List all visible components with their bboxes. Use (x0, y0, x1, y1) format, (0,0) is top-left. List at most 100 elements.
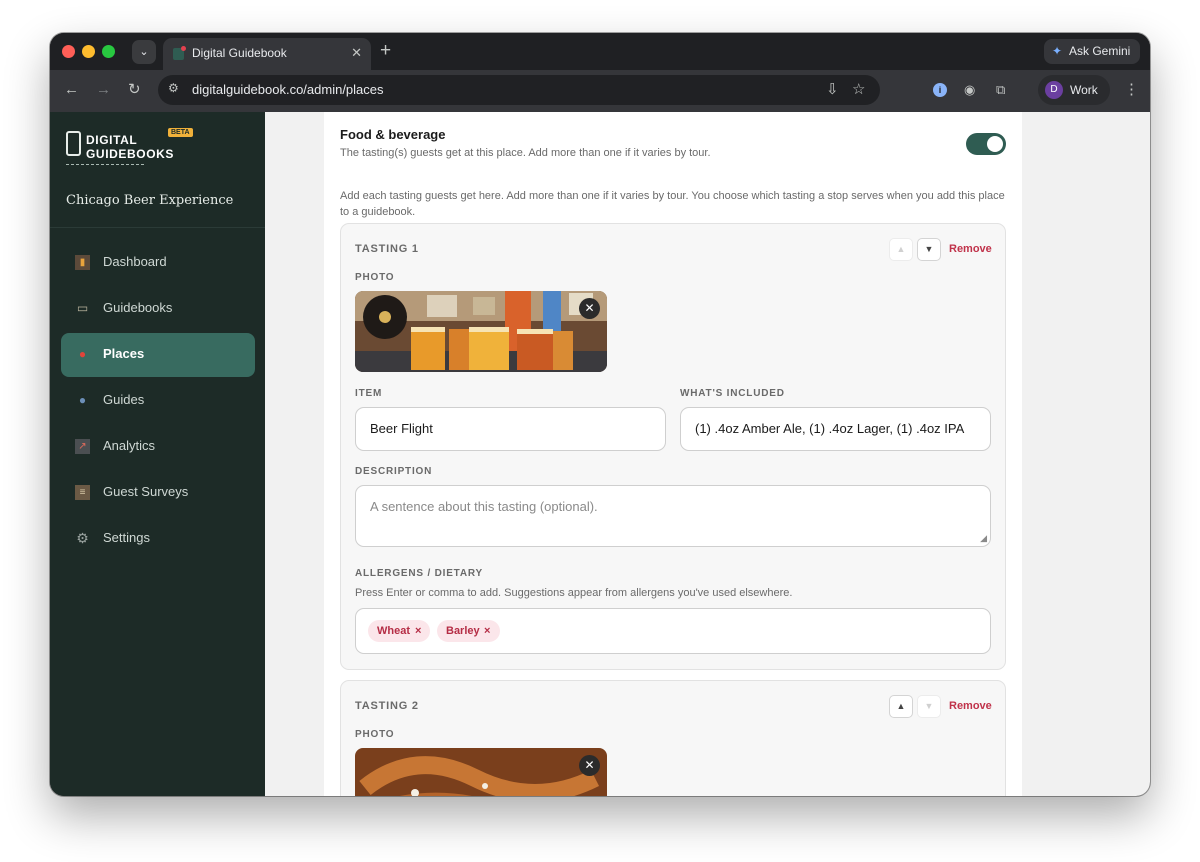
main-content[interactable]: Food & beverage The tasting(s) guests ge… (265, 112, 1150, 796)
gear-icon: ⚙ (76, 530, 89, 546)
digital-guidebooks-logo[interactable]: DIGITAL GUIDEBOOKS BETA (64, 128, 204, 169)
move-up-button[interactable]: ▲ (889, 238, 913, 261)
sidebar-item-label: Guidebooks (103, 300, 173, 315)
logo-line1: DIGITAL (86, 133, 138, 147)
people-icon: ● (78, 393, 87, 407)
tasting-title: TASTING 1 (355, 243, 419, 255)
bookmark-star-icon[interactable]: ☆ (852, 80, 865, 98)
sidebar-item-label: Settings (103, 530, 150, 545)
profile-button[interactable]: D Work (1038, 75, 1110, 105)
sidebar-item-label: Places (103, 346, 145, 361)
tasting-title: TASTING 2 (355, 700, 419, 712)
remove-tasting-button[interactable]: Remove (949, 243, 992, 255)
resize-handle-icon[interactable]: ◢ (980, 533, 987, 544)
sidebar-item-guides[interactable]: ● Guides (61, 379, 255, 423)
site-info-icon[interactable]: ⚙ (168, 81, 179, 95)
photo-label: PHOTO (355, 729, 395, 740)
move-down-button[interactable]: ▼ (917, 238, 941, 261)
extensions-puzzle-icon[interactable]: ⧉ (996, 80, 1005, 100)
password-manager-extension-icon[interactable]: i (933, 83, 947, 97)
url-text[interactable]: digitalguidebook.co/admin/places (192, 82, 384, 97)
browser-menu-icon[interactable]: ⋮ (1124, 80, 1139, 100)
forward-arrow-icon[interactable]: → (96, 80, 111, 100)
remove-photo-button[interactable]: ✕ (579, 298, 600, 319)
tab-close-icon[interactable]: ✕ (351, 45, 362, 61)
minimize-window-button[interactable] (82, 45, 95, 58)
allergens-tag-input[interactable]: Wheat × Barley × (355, 608, 991, 654)
favicon-icon (173, 46, 186, 60)
section-intro: Add each tasting guests get here. Add mo… (340, 190, 1005, 218)
address-bar[interactable]: ⚙ digitalguidebook.co/admin/places ⇩ ☆ (158, 75, 880, 105)
form-panel: Food & beverage The tasting(s) guests ge… (324, 112, 1022, 796)
trend-chart-icon: ↗ (75, 439, 90, 454)
phone-icon (66, 131, 81, 156)
tab-search-chevron-icon[interactable]: ⌄ (132, 40, 156, 64)
section-subtitle: The tasting(s) guests get at this place.… (340, 147, 711, 159)
remove-tasting-button[interactable]: Remove (949, 700, 992, 712)
tasting-card-2: TASTING 2 ▲ ▼ Remove PHOTO ✕ (340, 680, 1006, 796)
avatar: D (1045, 81, 1063, 99)
sidebar-item-guidebooks[interactable]: ▭ Guidebooks (61, 287, 255, 331)
remove-tag-icon[interactable]: × (484, 620, 490, 642)
close-window-button[interactable] (62, 45, 75, 58)
description-label: DESCRIPTION (355, 466, 433, 477)
sidebar-item-analytics[interactable]: ↗ Analytics (61, 425, 255, 469)
move-down-button[interactable]: ▼ (917, 695, 941, 718)
allergens-hint: Press Enter or comma to add. Suggestions… (355, 587, 793, 599)
sidebar: DIGITAL GUIDEBOOKS BETA Chicago Beer Exp… (50, 112, 265, 796)
item-value: Beer Flight (370, 421, 433, 436)
food-beverage-toggle[interactable] (966, 133, 1006, 155)
sidebar-item-places[interactable]: ● Places (61, 333, 255, 377)
remove-photo-button[interactable]: ✕ (579, 755, 600, 776)
sidebar-item-settings[interactable]: ⚙ Settings (61, 517, 255, 561)
camera-extension-icon[interactable]: ◉ (964, 80, 975, 100)
logo-line2: GUIDEBOOKS (86, 147, 175, 161)
tab-strip: ⌄ Digital Guidebook ✕ + ✦ Ask Gemini (50, 33, 1150, 70)
beer-flight-image (355, 291, 607, 372)
browser-tab[interactable]: Digital Guidebook ✕ (163, 38, 371, 70)
allergens-label: ALLERGENS / DIETARY (355, 568, 483, 579)
book-icon: ▭ (76, 301, 89, 315)
allergen-tag-barley: Barley × (437, 620, 500, 642)
profile-label: Work (1070, 83, 1098, 97)
whats-included-input[interactable]: (1) .4oz Amber Ale, (1) .4oz Lager, (1) … (680, 407, 991, 451)
allergen-tag-wheat: Wheat × (368, 620, 430, 642)
organization-name: Chicago Beer Experience (66, 193, 234, 208)
item-label: ITEM (355, 388, 383, 399)
reload-icon[interactable]: ↻ (128, 80, 141, 100)
clipboard-icon: ≡ (75, 485, 90, 500)
beta-badge: BETA (168, 128, 193, 137)
ask-gemini-button[interactable]: ✦ Ask Gemini (1044, 39, 1140, 64)
tab-title: Digital Guidebook (192, 46, 287, 60)
gemini-sparkle-icon: ✦ (1052, 44, 1063, 58)
description-placeholder: A sentence about this tasting (optional)… (370, 499, 598, 514)
zoom-window-button[interactable] (102, 45, 115, 58)
back-arrow-icon[interactable]: ← (64, 80, 79, 100)
whats-included-label: WHAT'S INCLUDED (680, 388, 785, 399)
pretzel-photo: ✕ (355, 748, 607, 796)
sidebar-item-dashboard[interactable]: ▮ Dashboard (61, 241, 255, 285)
sidebar-item-label: Guest Surveys (103, 484, 189, 499)
sidebar-item-guest-surveys[interactable]: ≡ Guest Surveys (61, 471, 255, 515)
new-tab-button[interactable]: + (380, 40, 391, 62)
section-title: Food & beverage (340, 127, 446, 142)
sidebar-item-label: Dashboard (103, 254, 167, 269)
allergen-tag-label: Barley (446, 625, 480, 637)
item-input[interactable]: Beer Flight (355, 407, 666, 451)
pretzel-image (355, 748, 607, 796)
move-up-button[interactable]: ▲ (889, 695, 913, 718)
whats-included-value: (1) .4oz Amber Ale, (1) .4oz Lager, (1) … (695, 421, 965, 436)
toggle-knob (987, 136, 1003, 152)
description-textarea[interactable]: A sentence about this tasting (optional)… (355, 485, 991, 547)
sidebar-item-label: Analytics (103, 438, 156, 453)
photo-label: PHOTO (355, 272, 395, 283)
tasting-card-1: TASTING 1 ▲ ▼ Remove PHOTO ✕ ITEM Beer F… (340, 223, 1006, 670)
logo-path-line (66, 164, 144, 165)
install-app-icon[interactable]: ⇩ (826, 80, 839, 98)
remove-tag-icon[interactable]: × (415, 620, 421, 642)
pin-icon: ● (78, 347, 87, 361)
sidebar-item-label: Guides (103, 392, 145, 407)
beer-flight-photo: ✕ (355, 291, 607, 372)
gemini-label: Ask Gemini (1069, 44, 1131, 58)
browser-toolbar: ← → ↻ ⚙ digitalguidebook.co/admin/places… (50, 70, 1150, 112)
